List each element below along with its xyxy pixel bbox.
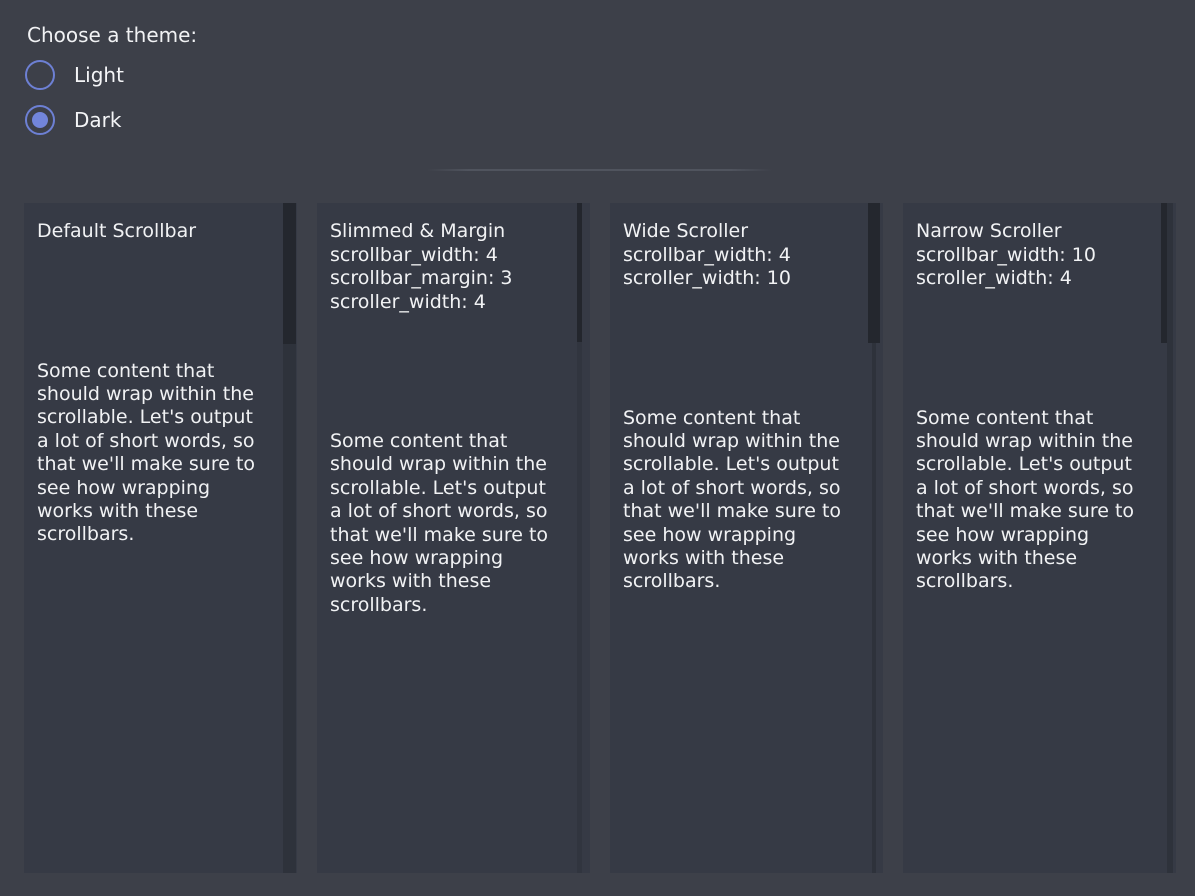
radio-circle-icon[interactable] [25, 105, 55, 135]
vertical-scrollbar-thumb[interactable] [283, 203, 296, 344]
panel-content-text: Some content that should wrap within the… [37, 360, 283, 547]
vertical-scrollbar-thumb[interactable] [868, 203, 880, 343]
panel-title: Wide Scroller [623, 220, 863, 244]
horizontal-divider [427, 169, 772, 171]
radio-dot [32, 112, 48, 128]
panel-param: scroller_width: 4 [330, 291, 570, 315]
vertical-scrollbar-thumb[interactable] [1161, 203, 1167, 343]
panel-slimmed-margin[interactable]: Slimmed & Margin scrollbar_width: 4 scro… [317, 203, 590, 873]
panel-wide-scroller[interactable]: Wide Scroller scrollbar_width: 4 scrolle… [610, 203, 883, 873]
radio-label-light: Light [74, 63, 124, 87]
panel-param: scrollbar_margin: 3 [330, 267, 570, 291]
panel-default-scrollbar[interactable]: Default Scrollbar Some content that shou… [24, 203, 297, 873]
panel-title: Slimmed & Margin [330, 220, 570, 244]
panel-narrow-scroller[interactable]: Narrow Scroller scrollbar_width: 10 scro… [903, 203, 1176, 873]
panel-content-text: Some content that should wrap within the… [916, 407, 1162, 594]
panel-param: scrollbar_width: 4 [330, 244, 570, 268]
panel-param: scrollbar_width: 4 [623, 244, 863, 268]
panel-param: scroller_width: 4 [916, 267, 1156, 291]
panel-title: Narrow Scroller [916, 220, 1156, 244]
vertical-scrollbar-track[interactable] [1167, 203, 1173, 873]
radio-label-dark: Dark [74, 108, 121, 132]
theme-chooser-label: Choose a theme: [27, 23, 197, 47]
vertical-scrollbar-thumb[interactable] [577, 203, 582, 342]
radio-option-light[interactable]: Light [25, 60, 124, 90]
radio-circle-icon[interactable] [25, 60, 55, 90]
page: Choose a theme: Light Dark Default Scrol… [0, 0, 1195, 896]
panel-param: scrollbar_width: 10 [916, 244, 1156, 268]
panel-title: Default Scrollbar [37, 220, 277, 244]
panel-param: scroller_width: 10 [623, 267, 863, 291]
panel-content-text: Some content that should wrap within the… [330, 430, 576, 617]
panel-content-text: Some content that should wrap within the… [623, 407, 869, 594]
radio-option-dark[interactable]: Dark [25, 105, 121, 135]
